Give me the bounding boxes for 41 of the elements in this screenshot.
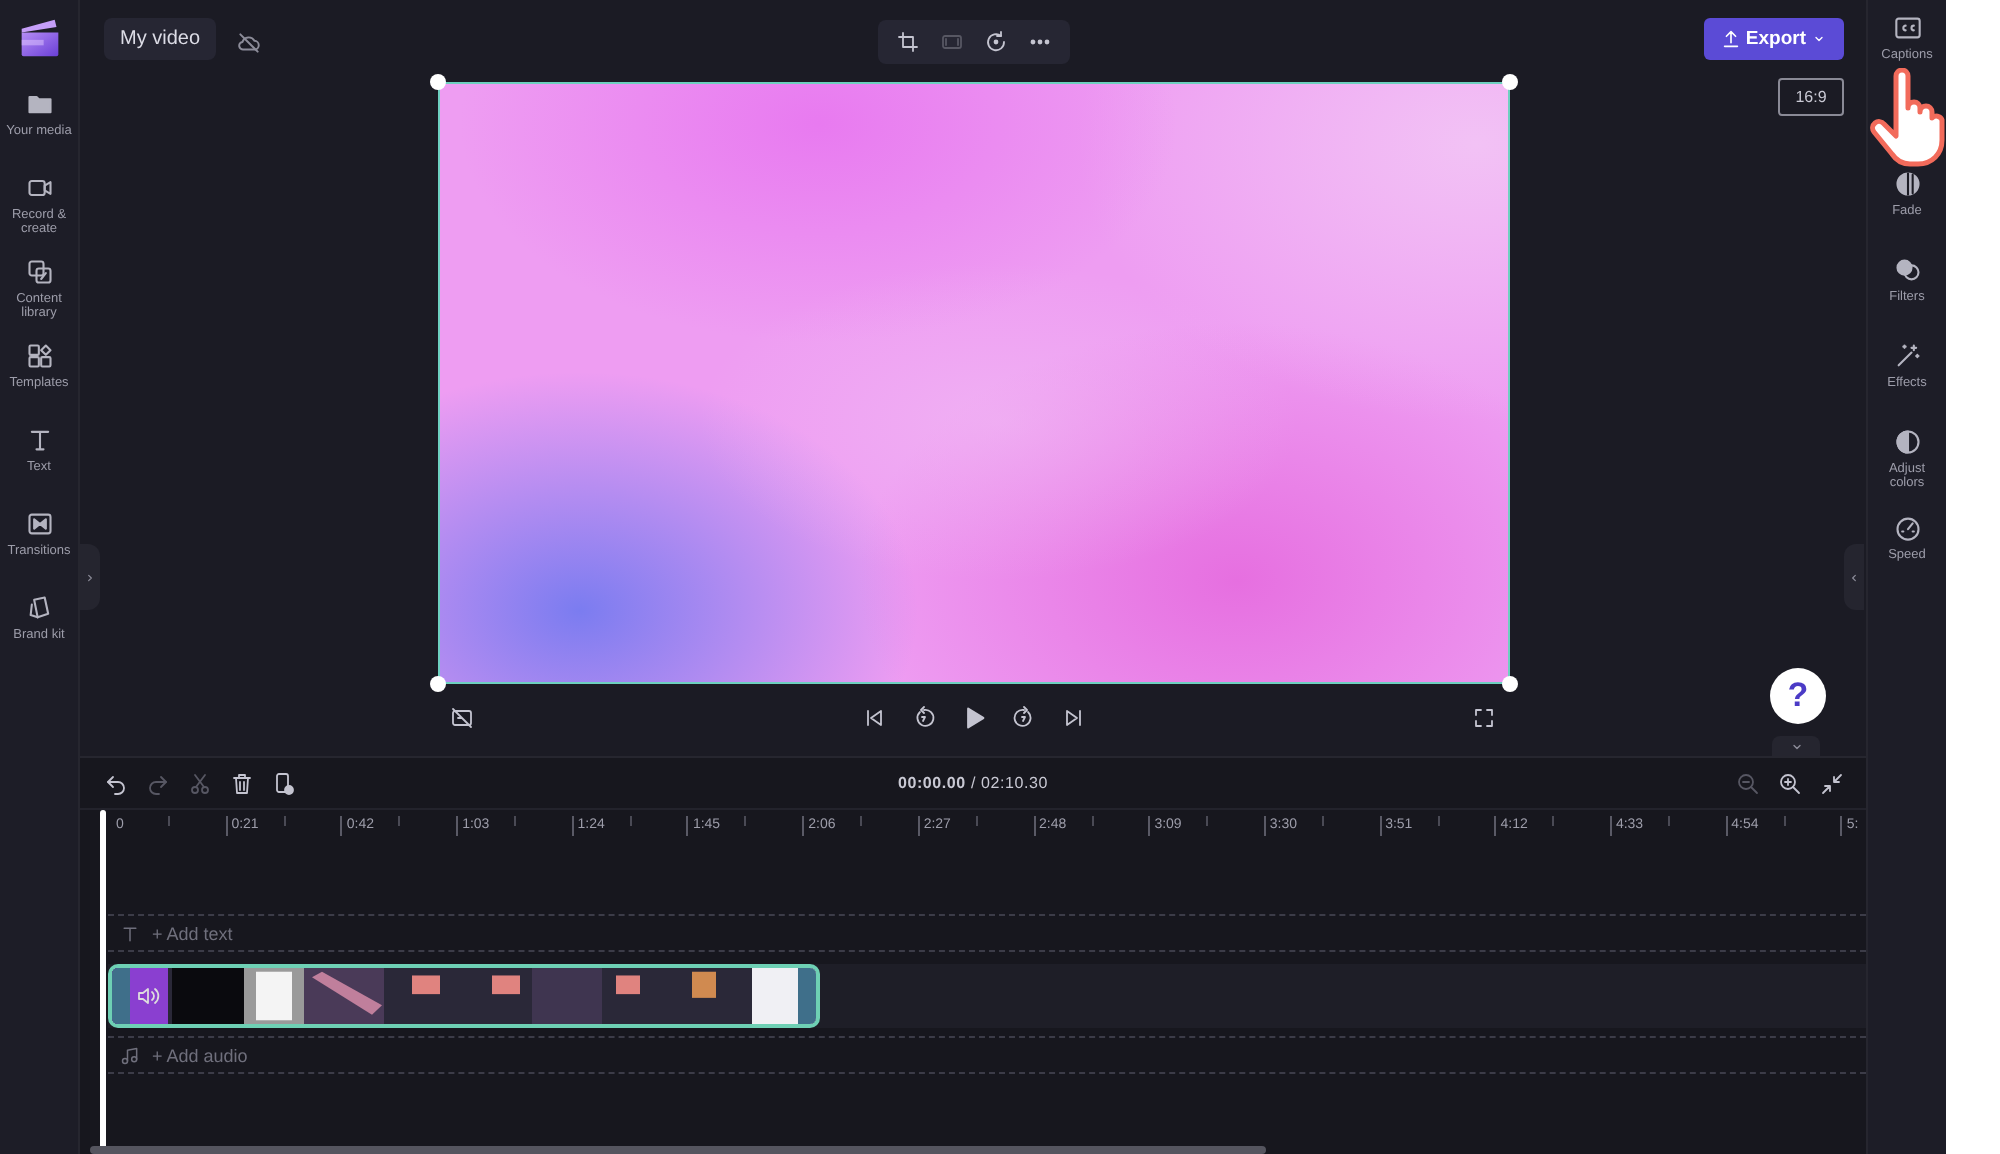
project-title[interactable]: My video <box>104 18 217 60</box>
cloud-off-icon <box>236 30 263 56</box>
trim-handle[interactable] <box>798 968 816 1024</box>
trim-handle[interactable] <box>112 968 130 1024</box>
folder-icon <box>25 90 53 118</box>
magic-wand-icon <box>1893 342 1921 370</box>
resize-handle[interactable] <box>1501 74 1517 90</box>
text-track[interactable]: + Add text <box>108 914 1866 952</box>
add-audio-label: + Add audio <box>152 1045 248 1065</box>
library-icon <box>25 258 53 286</box>
shrink-icon[interactable] <box>1816 768 1846 798</box>
hand-cursor-icon <box>1868 68 1948 168</box>
resize-handle[interactable] <box>429 676 445 692</box>
resize-handle[interactable] <box>429 74 445 90</box>
text-icon <box>25 426 53 454</box>
cc-icon <box>1893 14 1921 42</box>
zoom-in-icon[interactable] <box>1774 768 1804 798</box>
transition-icon <box>25 510 53 538</box>
chevron-right-icon <box>82 569 98 585</box>
aspect-ratio-button[interactable]: 16:9 <box>1778 78 1844 116</box>
speedometer-icon <box>1893 514 1921 542</box>
add-text-label: + Add text <box>152 923 233 943</box>
scrollbar[interactable] <box>90 1146 1266 1154</box>
brand-icon <box>25 594 53 622</box>
fade-icon <box>1893 170 1921 198</box>
upload-icon <box>1719 28 1742 50</box>
clapperboard-logo <box>17 16 61 60</box>
audio-track[interactable]: + Add audio <box>108 1036 1866 1074</box>
help-button[interactable]: ? <box>1770 668 1826 724</box>
music-note-icon <box>120 1045 140 1065</box>
chevron-left-icon <box>1846 569 1862 585</box>
resize-handle[interactable] <box>1501 676 1517 692</box>
time-display: 00:00.00 / 02:10.30 <box>897 774 1049 792</box>
speaker-icon <box>136 984 160 1008</box>
text-icon <box>120 923 140 943</box>
export-button[interactable]: Export <box>1703 18 1844 60</box>
grid-icon <box>25 342 53 370</box>
filters-icon <box>1893 256 1921 284</box>
contrast-icon <box>1893 428 1921 456</box>
camera-icon <box>25 174 53 202</box>
captions-off-icon[interactable] <box>447 702 477 732</box>
